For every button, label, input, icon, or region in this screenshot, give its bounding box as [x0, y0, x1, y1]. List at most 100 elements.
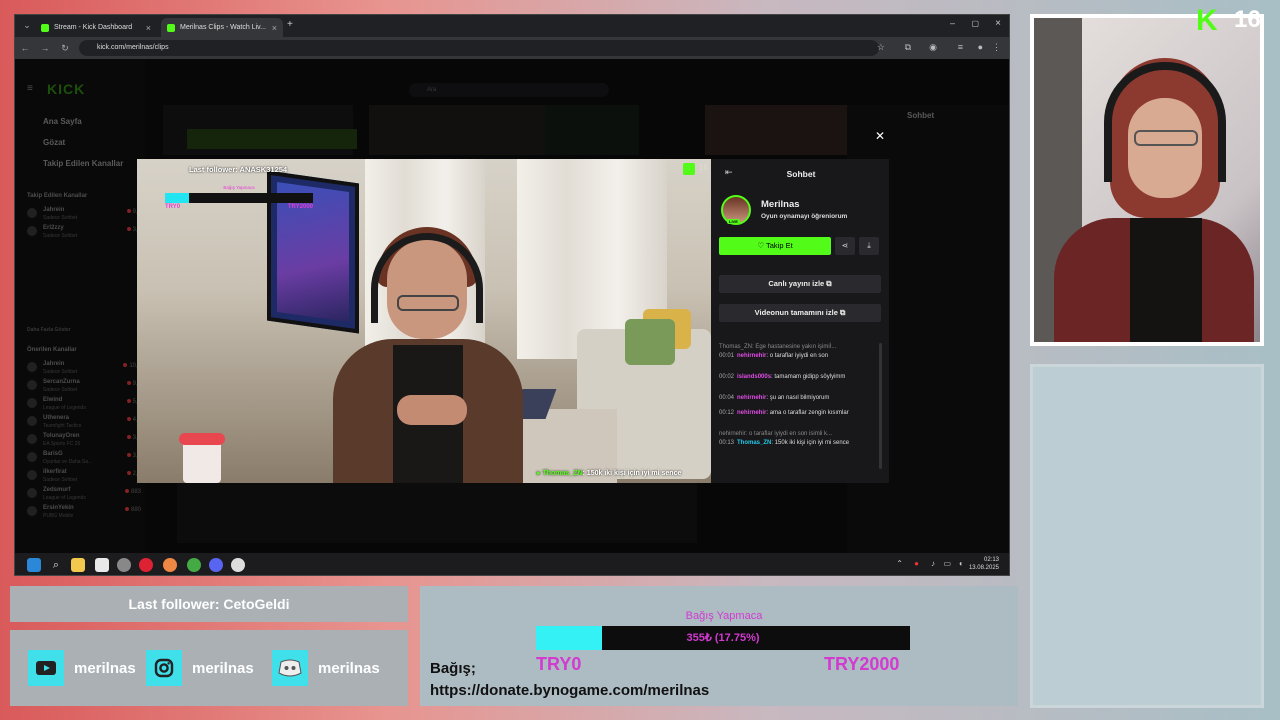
- follow-button-label: Takip Et: [765, 241, 793, 250]
- download-icon: ⤓: [867, 241, 871, 250]
- file-explorer-icon[interactable]: [71, 558, 85, 572]
- close-tab-icon[interactable]: ×: [146, 23, 151, 33]
- windows-start-icon[interactable]: [27, 558, 41, 572]
- tray-record-icon[interactable]: ●: [914, 559, 919, 568]
- chat-timestamp: 00:01: [719, 353, 735, 359]
- chat-messages: Thomas_ZN: Ege hastanesine yakın işimiİ.…: [719, 343, 879, 473]
- new-tab-button[interactable]: +: [287, 19, 293, 30]
- forward-icon[interactable]: →: [35, 43, 55, 53]
- chat-message: 00:02 islands000s: tamamam gidipp söylyim…: [719, 373, 873, 381]
- watch-live-label: Canlı yayını izle: [768, 279, 825, 288]
- chat-text: : 150k iki kişi için iyi mi sence: [771, 440, 850, 446]
- streamer-image: [327, 219, 537, 483]
- store-icon[interactable]: [95, 558, 109, 572]
- tray-network-icon[interactable]: ▭: [943, 559, 951, 568]
- chat-text: : şu an nasıl bilmiyorum: [766, 395, 830, 401]
- donation-bar-max: TRY2000: [287, 204, 313, 210]
- donation-title: Bağış Yapmaca: [685, 610, 763, 622]
- chat-message: 00:13 Thomas_ZN: 150k iki kişi için iyi m…: [719, 439, 873, 447]
- kick-favicon-icon: [41, 23, 49, 32]
- clip-chat-panel: ⇤ Sohbet LIVE Merilnas Oyun oynamayı öğr…: [713, 159, 889, 483]
- chat-username[interactable]: Thomas_ZN: [737, 440, 771, 446]
- back-icon[interactable]: ←: [15, 43, 35, 53]
- watch-full-video-button[interactable]: Videonun tamamını izle ⧉: [719, 304, 881, 322]
- kick-follower-count: 16: [699, 163, 708, 172]
- tab-kick-dashboard[interactable]: Stream - Kick Dashboard ×: [35, 18, 157, 37]
- chat-username[interactable]: islands000s: [737, 374, 771, 380]
- donation-amount: 355₺ (17.75%): [686, 632, 760, 644]
- social-label: merilnas: [192, 659, 254, 677]
- donation-bar-overlay: Bağış Yapmaca TRY0 TRY2000: [165, 185, 313, 210]
- close-modal-icon[interactable]: ✕: [875, 129, 885, 143]
- chat-timestamp: 00:02: [719, 374, 735, 380]
- share-button[interactable]: ⋖: [835, 237, 855, 255]
- menu-icon[interactable]: ⋮: [992, 42, 1001, 53]
- watch-full-label: Videonun tamamını izle: [754, 308, 838, 317]
- follow-button[interactable]: ♡ Takip Et: [719, 237, 831, 255]
- tray-mic-icon[interactable]: ♪: [931, 559, 935, 568]
- address-bar: ← → ↻ kick.com/merilnas/clips ☆ ⧉ ◉ ≡ ● …: [15, 37, 1009, 59]
- clock-time: 02:13: [983, 557, 999, 563]
- tray-chevron-icon[interactable]: ⌃: [896, 559, 903, 568]
- close-window-button[interactable]: ×: [995, 18, 1001, 29]
- app-icon[interactable]: [231, 558, 245, 572]
- stream-title: Oyun oynamayı öğreniorum: [761, 213, 848, 220]
- close-tab-icon[interactable]: ×: [272, 23, 277, 33]
- chat-username[interactable]: nehirnehir: [737, 395, 766, 401]
- cup-image: [179, 433, 225, 483]
- donation-bar-min: TRY0: [165, 204, 181, 210]
- maximize-button[interactable]: ▢: [971, 19, 979, 28]
- clock-date: 13.08.2025: [968, 565, 999, 571]
- taskbar-clock[interactable]: 02:13 13.08.2025: [969, 556, 999, 572]
- donation-url[interactable]: https://donate.bynogame.com/merilnas: [430, 682, 709, 699]
- tab-bar: ⌄ Stream - Kick Dashboard × Merilnas Cli…: [15, 15, 1009, 37]
- chat-timestamp: 00:12: [719, 410, 735, 416]
- chat-reply-context: Thomas_ZN: Ege hastanesine yakın işimiİ.…: [719, 344, 837, 350]
- discord-icon[interactable]: [209, 558, 223, 572]
- pillow-image: [625, 319, 675, 365]
- tab-merilnas-clips[interactable]: Merilnas Clips - Watch Liv... ×: [161, 18, 283, 37]
- bookmark-star-icon[interactable]: ☆: [877, 42, 885, 53]
- social-youtube: merilnas: [28, 648, 136, 688]
- obs-icon[interactable]: [139, 558, 153, 572]
- chrome-icon[interactable]: [163, 558, 177, 572]
- kick-favicon-icon: [167, 23, 175, 32]
- chat-text: : tamamam gidipp söylyimm: [771, 374, 846, 380]
- search-icon[interactable]: ⌕: [49, 558, 63, 572]
- url-field[interactable]: kick.com/merilnas/clips: [79, 40, 879, 56]
- social-discord: merilnas: [272, 648, 380, 688]
- profile-icon[interactable]: ◉: [929, 42, 937, 53]
- tab-search-icon[interactable]: ⌄: [17, 20, 37, 31]
- chat-reply-context: nehirnehir: o taraflar iyiydi en son isi…: [719, 431, 833, 437]
- chat-timestamp: 00:04: [719, 395, 735, 401]
- social-label: merilnas: [74, 659, 136, 677]
- chat-username[interactable]: nehirnehir: [737, 410, 766, 416]
- youtube-icon: [28, 650, 64, 686]
- chat-title: Sohbet: [786, 169, 816, 179]
- minimize-button[interactable]: –: [950, 18, 955, 28]
- chat-message: 00:12 nehirnehir: ama o taraflar zengin k…: [719, 409, 873, 417]
- avatar[interactable]: ●: [978, 42, 983, 52]
- chrome-profile-icon[interactable]: [187, 558, 201, 572]
- chat-text: : ama o taraflar zengin kısımlar: [766, 410, 849, 416]
- extensions-icon[interactable]: ⧉: [905, 42, 911, 53]
- clip-video-player[interactable]: Last follower: ANASK31254 Bağış Yapmaca …: [137, 159, 711, 483]
- settings-icon[interactable]: [117, 558, 131, 572]
- donation-bar-label: Bağış Yapmaca: [223, 185, 255, 190]
- tray-volume-icon[interactable]: ◖: [958, 559, 963, 568]
- chat-overlay-message: ▸ Thomas_ZN: 150k iki kişi için iyi mi s…: [537, 469, 681, 477]
- download-button[interactable]: ⤓: [859, 237, 879, 255]
- reload-icon[interactable]: ↻: [55, 43, 75, 54]
- social-instagram: merilnas: [146, 648, 254, 688]
- chat-message: 00:01 nehirnehir: o taraflar iyiydi en so…: [719, 352, 873, 360]
- tab-label: Stream - Kick Dashboard: [54, 24, 133, 31]
- chat-scrollbar[interactable]: [879, 343, 882, 469]
- chat-text: : o taraflar iyiydi en son: [766, 353, 829, 359]
- chat-username[interactable]: nehirnehir: [737, 353, 766, 359]
- socials-panel: merilnas merilnas merilnas: [10, 630, 408, 706]
- media-icon[interactable]: ≡: [958, 42, 963, 52]
- watch-live-button[interactable]: Canlı yayını izle ⧉: [719, 275, 881, 293]
- donation-min: TRY0: [536, 654, 582, 674]
- streamer-name[interactable]: Merilnas: [761, 199, 800, 210]
- chat-timestamp: 00:13: [719, 440, 735, 446]
